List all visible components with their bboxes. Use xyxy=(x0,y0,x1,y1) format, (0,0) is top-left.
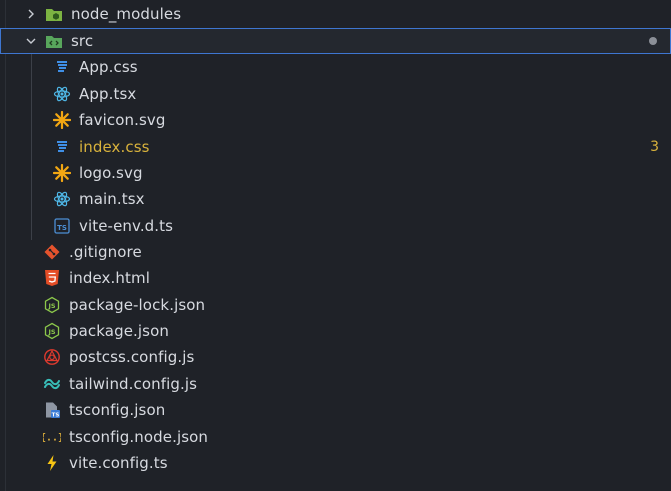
folder-src-icon xyxy=(45,32,63,50)
css-icon xyxy=(53,138,71,156)
tree-item-vite-env-dts[interactable]: TS vite-env.d.ts xyxy=(0,213,671,239)
tree-item-index-html[interactable]: index.html xyxy=(0,265,671,291)
folder-node-icon xyxy=(45,5,63,23)
tree-item-label: App.css xyxy=(79,58,138,76)
tree-item-label: logo.svg xyxy=(79,164,143,182)
tree-item-label: .gitignore xyxy=(69,243,142,261)
svg-icon xyxy=(53,164,71,182)
tree-item-app-css[interactable]: App.css xyxy=(0,54,671,80)
node-json-icon: JS xyxy=(43,322,61,340)
svg-text:TS: TS xyxy=(57,224,67,232)
ts-icon: TS xyxy=(53,217,71,235)
problem-count-badge: 3 xyxy=(650,139,659,155)
svg-text:{..}: {..} xyxy=(43,433,61,444)
tsconfig-icon: TS xyxy=(43,401,61,419)
tree-item-gitignore[interactable]: .gitignore xyxy=(0,239,671,265)
react-icon xyxy=(53,190,71,208)
tree-item-label: index.css xyxy=(79,138,150,156)
tree-item-main-tsx[interactable]: main.tsx xyxy=(0,186,671,212)
tree-item-tsconfig-json[interactable]: TS tsconfig.json xyxy=(0,397,671,423)
vite-icon xyxy=(43,454,61,472)
git-icon xyxy=(43,243,61,261)
svg-icon xyxy=(53,111,71,129)
tree-item-app-tsx[interactable]: App.tsx xyxy=(0,81,671,107)
tree-item-label: tsconfig.node.json xyxy=(69,428,209,446)
tree-item-package-lock-json[interactable]: JS package-lock.json xyxy=(0,292,671,318)
tree-item-package-json[interactable]: JS package.json xyxy=(0,318,671,344)
json-braces-icon: {..} xyxy=(43,428,61,446)
file-explorer: node_modules src App.css App.tsx favicon… xyxy=(0,0,671,491)
tree-item-label: main.tsx xyxy=(79,190,145,208)
tree-item-tsconfig-node-json[interactable]: {..} tsconfig.node.json xyxy=(0,424,671,450)
tree-item-label: src xyxy=(71,32,94,50)
svg-text:TS: TS xyxy=(52,412,60,418)
tree-item-label: vite-env.d.ts xyxy=(79,217,174,235)
tree-item-label: favicon.svg xyxy=(79,111,166,129)
chevron-right-icon xyxy=(23,6,39,22)
tree-item-label: App.tsx xyxy=(79,85,137,103)
tree-item-label: tsconfig.json xyxy=(69,401,166,419)
svg-text:JS: JS xyxy=(47,328,55,336)
tree-item-logo-svg[interactable]: logo.svg xyxy=(0,160,671,186)
node-json-icon: JS xyxy=(43,296,61,314)
modified-dot xyxy=(649,37,657,45)
tree-item-node-modules[interactable]: node_modules xyxy=(0,1,671,27)
postcss-icon xyxy=(43,348,61,366)
tree-item-label: package.json xyxy=(69,322,169,340)
tree-item-postcss-config-js[interactable]: postcss.config.js xyxy=(0,344,671,370)
tree-item-label: postcss.config.js xyxy=(69,348,195,366)
tree-item-vite-config-ts[interactable]: vite.config.ts xyxy=(0,450,671,476)
tailwind-icon xyxy=(43,375,61,393)
html-icon xyxy=(43,269,61,287)
css-icon xyxy=(53,58,71,76)
chevron-down-icon xyxy=(23,33,39,49)
tree-item-favicon-svg[interactable]: favicon.svg xyxy=(0,107,671,133)
svg-text:JS: JS xyxy=(47,302,55,310)
tree-item-index-css[interactable]: index.css 3 xyxy=(0,134,671,160)
tree-item-label: index.html xyxy=(69,269,150,287)
tree-item-label: package-lock.json xyxy=(69,296,206,314)
tree-item-src[interactable]: src xyxy=(0,28,671,54)
tree-item-label: node_modules xyxy=(71,5,182,23)
react-icon xyxy=(53,85,71,103)
tree-item-tailwind-config-js[interactable]: tailwind.config.js xyxy=(0,371,671,397)
tree-item-label: vite.config.ts xyxy=(69,454,168,472)
tree-item-label: tailwind.config.js xyxy=(69,375,198,393)
